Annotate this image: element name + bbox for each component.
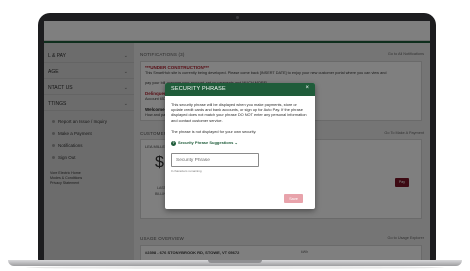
phrase-suggestions-toggle[interactable]: ? Security Phrase Suggestions ⌄: [171, 140, 238, 146]
laptop-base: [8, 260, 462, 266]
dialog-header: SECURITY PHRASE ×: [165, 83, 315, 96]
character-count: 0 characters remaining: [171, 169, 202, 173]
dialog-description: This security phrase will be displayed w…: [171, 102, 307, 123]
camera-dot: [236, 16, 239, 19]
dialog-title: SECURITY PHRASE: [171, 86, 226, 92]
save-button[interactable]: Save: [284, 194, 303, 203]
suggestions-label: Security Phrase Suggestions: [178, 140, 234, 145]
laptop-screen: L & PAY ⌄ AGE ⌄ NTACT US ⌄ TTINGS ⌄ Repo…: [44, 21, 430, 261]
security-phrase-input[interactable]: [171, 153, 259, 167]
laptop-bezel: L & PAY ⌄ AGE ⌄ NTACT US ⌄ TTINGS ⌄ Repo…: [38, 13, 436, 261]
close-icon[interactable]: ×: [305, 85, 309, 91]
security-phrase-dialog: SECURITY PHRASE × This security phrase w…: [165, 83, 315, 209]
laptop-shadow: [26, 266, 444, 269]
chevron-down-icon: ⌄: [234, 140, 238, 145]
question-icon: ?: [171, 141, 176, 146]
dialog-note: The phrase is not displayed for your own…: [171, 129, 257, 134]
laptop-base-notch: [208, 260, 262, 263]
laptop-mockup: L & PAY ⌄ AGE ⌄ NTACT US ⌄ TTINGS ⌄ Repo…: [0, 0, 470, 271]
